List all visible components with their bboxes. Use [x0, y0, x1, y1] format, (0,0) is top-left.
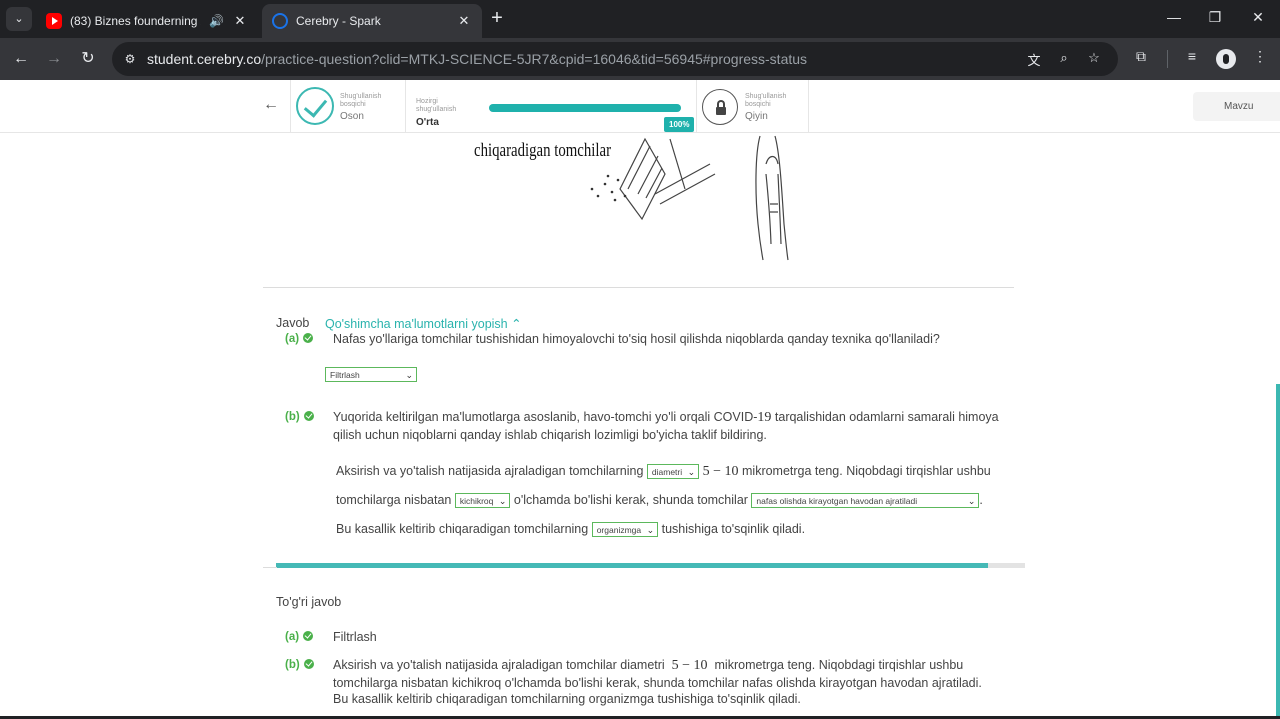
bookmark-star-icon[interactable]: ☆ — [1084, 50, 1104, 68]
part-a-marker: (a) — [285, 332, 314, 345]
figure-caption: chiqaradigan tomchilar — [474, 140, 612, 161]
scrollbar-thumb[interactable] — [1276, 384, 1280, 719]
menu-kebab-icon[interactable]: ⋮ — [1250, 48, 1270, 68]
check-icon — [296, 87, 334, 125]
organism-select[interactable]: organizmga ⌄ — [591, 522, 659, 538]
back-icon[interactable]: ← — [10, 48, 32, 70]
close-icon[interactable]: ✕ — [232, 13, 248, 29]
correct-a-text: Filtrlash — [333, 630, 377, 644]
hide-info-toggle[interactable]: Qo'shimcha ma'lumotlarni yopish ⌃ — [325, 316, 522, 331]
address-bar[interactable]: ⚙ student.cerebry.co/practice-question?c… — [112, 42, 1118, 76]
profile-avatar-icon[interactable] — [1216, 49, 1236, 69]
size-select[interactable]: kichikroq ⌄ — [454, 493, 511, 509]
correct-b-marker: (b) — [285, 658, 314, 671]
question-b-text: Yuqorida keltirilgan ma'lumotlarga asosl… — [333, 410, 999, 442]
part-b-marker: (b) — [285, 410, 314, 423]
divider — [808, 80, 809, 133]
answer-a-select[interactable]: Filtrlash ⌄ — [325, 367, 417, 382]
progress-badge: 100% — [664, 117, 695, 132]
tab-cerebry[interactable]: Cerebry - Spark ✕ — [262, 4, 482, 38]
tab-title: (83) Biznes founderning xar — [70, 14, 201, 28]
browser-tab-bar: ⌄ (83) Biznes founderning xar 🔊 ✕ Cerebr… — [0, 0, 1280, 38]
translate-icon[interactable]: 文 — [1024, 50, 1044, 68]
answer-progress-bar — [276, 563, 1025, 568]
level-progress-bar — [489, 104, 681, 112]
check-circle-icon — [303, 411, 314, 421]
level-caption: Hozirgi shug'ullanish — [416, 98, 457, 113]
chevron-down-icon: ⌄ — [405, 370, 413, 380]
divider — [696, 80, 697, 133]
extensions-icon[interactable]: ⧉ — [1131, 48, 1151, 68]
back-arrow-icon[interactable]: ← — [263, 96, 279, 114]
youtube-icon — [46, 13, 62, 29]
level-name-easy[interactable]: Oson — [340, 111, 364, 122]
media-control-icon[interactable]: ≡ — [1182, 48, 1202, 68]
diameter-select[interactable]: diametri ⌄ — [646, 464, 700, 480]
check-circle-icon — [303, 631, 314, 641]
new-tab-button[interactable]: + — [487, 8, 507, 28]
level-name-hard[interactable]: Qiyin — [745, 111, 768, 122]
divider — [290, 80, 291, 133]
answer-progress-fill — [276, 563, 988, 568]
cerebry-icon — [272, 13, 288, 29]
correct-a-marker: (a) — [285, 630, 314, 643]
restore-icon[interactable]: ❐ — [1205, 9, 1225, 26]
check-circle-icon — [303, 333, 314, 343]
forward-icon[interactable]: → — [43, 48, 65, 70]
fill-row-3: Bu kasallik keltirib chiqaradigan tomchi… — [336, 522, 806, 538]
chevron-up-icon: ⌃ — [511, 317, 522, 331]
zoom-icon[interactable]: ⌕ — [1054, 50, 1074, 68]
divider — [263, 287, 1014, 288]
topic-button[interactable]: Mavzu — [1193, 92, 1280, 121]
question-a-text: Nafas yo'llariga tomchilar tushishidan h… — [333, 332, 940, 346]
level-name-medium[interactable]: O'rta — [416, 117, 439, 128]
browser-toolbar: ← → ↻ ⚙ student.cerebry.co/practice-ques… — [0, 38, 1280, 80]
level-progress-fill — [489, 104, 681, 112]
tab-search-button[interactable]: ⌄ — [6, 7, 32, 31]
speaker-icon[interactable]: 🔊 — [209, 14, 224, 28]
page-content: ← Shug'ullanish bosqichi Oson Hozirgi sh… — [0, 80, 1280, 719]
divider — [263, 567, 277, 568]
close-icon[interactable]: ✕ — [456, 13, 472, 29]
minimize-icon[interactable]: — — [1164, 9, 1184, 25]
separation-select[interactable]: nafas olishda kirayotgan havodan ajratil… — [751, 493, 980, 509]
divider — [405, 80, 406, 133]
close-window-icon[interactable]: ✕ — [1248, 9, 1268, 26]
site-info-icon[interactable]: ⚙ — [122, 51, 138, 67]
fill-row-2: tomchilarga nisbatan kichikroq ⌄ o'lchamd… — [336, 493, 983, 509]
correct-b-text: Aksirish va yo'talish natijasida ajralad… — [333, 658, 982, 706]
reload-icon[interactable]: ↻ — [77, 48, 99, 70]
url-text[interactable]: student.cerebry.co/practice-question?cli… — [147, 51, 807, 67]
toolbar-divider — [1167, 50, 1168, 68]
check-circle-icon — [303, 659, 314, 669]
tab-title: Cerebry - Spark — [296, 14, 381, 28]
level-caption: Shug'ullanish bosqichi — [340, 93, 382, 108]
tab-youtube[interactable]: (83) Biznes founderning xar 🔊 ✕ — [36, 4, 258, 38]
lock-icon — [702, 89, 738, 125]
answer-label: Javob — [276, 316, 310, 330]
fill-row-1: Aksirish va yo'talish natijasida ajralad… — [336, 464, 991, 480]
correct-answer-label: To'g'ri javob — [276, 595, 342, 609]
practice-top-nav: ← Shug'ullanish bosqichi Oson Hozirgi sh… — [0, 80, 1280, 133]
level-caption: Shug'ullanish bosqichi — [745, 93, 787, 108]
